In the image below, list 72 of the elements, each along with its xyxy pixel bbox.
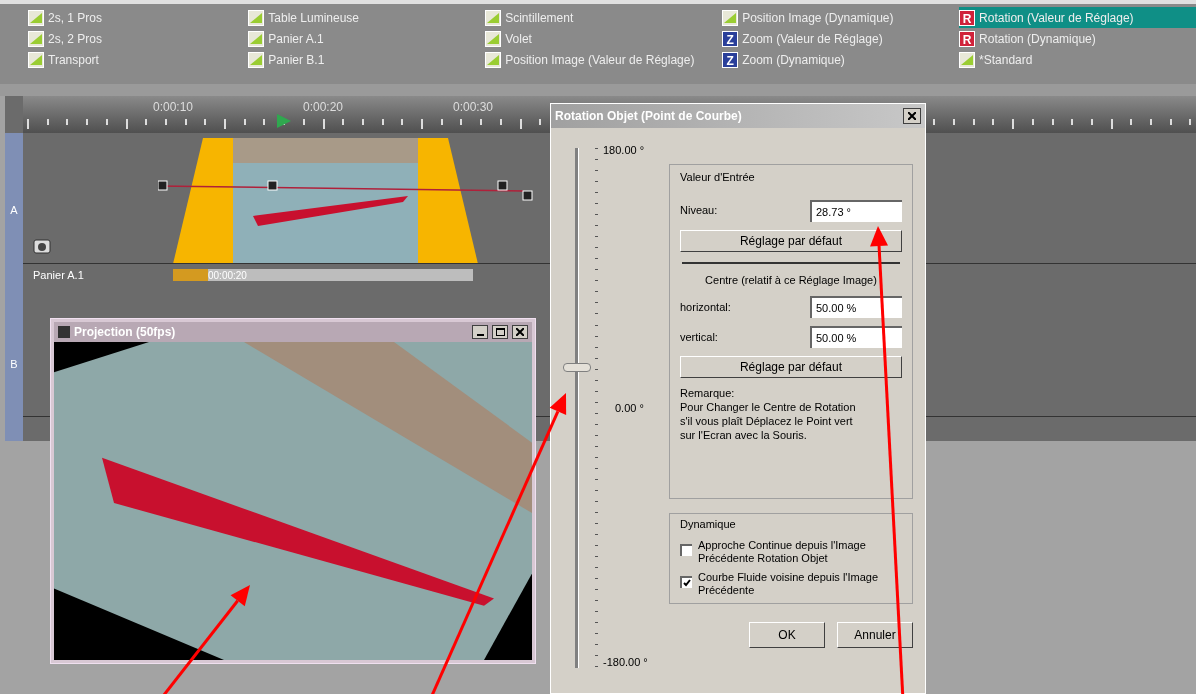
check-icon [683,578,691,587]
effect-icon: R [959,9,976,26]
effect-icon: R [959,30,976,47]
field-label: horizontal: [680,299,731,315]
effect-item[interactable]: R Rotation (Valeur de Réglage) [959,7,1196,28]
close-button[interactable] [512,325,528,339]
option-label: Courbe Fluide voisine depuis l'Image Précédente [698,570,880,597]
effect-icon [959,51,976,68]
rotation-slider[interactable] [563,148,591,668]
effect-item[interactable]: Position Image (Valeur de Réglage) [485,49,723,70]
effect-item[interactable]: Z Zoom (Dynamique) [722,49,960,70]
effect-icon [485,9,502,26]
level-field[interactable]: 28.73 ° [810,199,902,222]
slider-thumb[interactable] [563,362,591,372]
track-letter: B [10,356,18,372]
effect-icon [485,51,502,68]
maximize-button[interactable] [492,325,508,339]
effect-icon [722,9,739,26]
effect-icon [28,9,44,26]
effect-icon: Z [722,51,739,68]
effect-icon [248,30,265,47]
option-checkbox[interactable] [680,575,692,588]
effect-item[interactable]: 2s, 2 Pros [28,28,249,49]
close-icon [516,328,524,336]
group-title: Dynamique [680,517,737,532]
close-button[interactable] [903,108,921,124]
dialog-button[interactable]: OK [749,621,825,648]
note-text: Remarque: Pour Changer le Centre de Rotation s'il vous plaît Déplacez le Point vert sur l'Ecran avec la Souris. [680,386,857,442]
group-title: Valeur d'Entrée [680,170,756,185]
effect-item[interactable]: *Standard [959,49,1196,70]
playhead-icon [276,113,292,129]
field-label: vertical: [680,329,718,345]
default-button[interactable]: Réglage par défaut [680,229,902,252]
dialog-button[interactable]: Annuler [837,621,913,648]
option-label: Approche Continue depuis l'Image Précédente Rotation Objet [698,538,867,565]
effect-item[interactable]: Position Image (Dynamique) [722,7,960,28]
slider-mid-label: 0.00 ° [615,401,644,416]
slider-max-label: 180.00 ° [603,143,645,158]
track-name: Panier A.1 [33,268,84,283]
effect-item[interactable]: Scintillement [485,7,723,28]
minimize-button[interactable] [472,325,488,339]
slider-min-label: -180.00 ° [603,655,648,670]
effect-item[interactable]: Table Lumineuse [248,7,486,28]
close-icon [908,112,916,120]
vertical-field[interactable]: 50.00 % [810,326,902,348]
default-button[interactable]: Réglage par défaut [680,356,902,378]
effect-icon [28,51,44,68]
effect-item[interactable]: Panier B.1 [248,49,486,70]
clip-bar: 00:00:20 [173,269,473,281]
option-checkbox[interactable] [680,543,692,556]
effect-item[interactable]: R Rotation (Dynamique) [959,28,1196,49]
ruler-label: 0:00:30 [453,99,495,116]
effect-item[interactable]: Volet [485,28,723,49]
ruler-label: 0:00:20 [303,99,345,116]
effect-item[interactable]: 2s, 1 Pros [28,7,249,28]
app-icon [58,326,70,338]
centre-title: Centre (relatif à ce Réglage Image) [704,272,878,288]
ruler-label: 0:00:10 [153,99,195,116]
horizontal-field[interactable]: 50.00 % [810,296,902,318]
effect-icon [248,51,265,68]
field-label: Niveau: [680,203,718,219]
window-title: Projection (50fps) [74,324,177,341]
effect-item[interactable]: Panier A.1 [248,28,486,49]
camera-icon [33,237,51,255]
effect-icon [248,9,265,26]
effect-icon: Z [722,30,739,47]
dialog-title: Rotation Objet (Point de Courbe) [555,108,743,125]
effect-item[interactable]: Z Zoom (Valeur de Réglage) [722,28,960,49]
track-letter: A [10,202,18,218]
effect-icon [485,30,502,47]
effect-icon [28,30,44,47]
effect-item[interactable]: Transport [28,49,249,70]
